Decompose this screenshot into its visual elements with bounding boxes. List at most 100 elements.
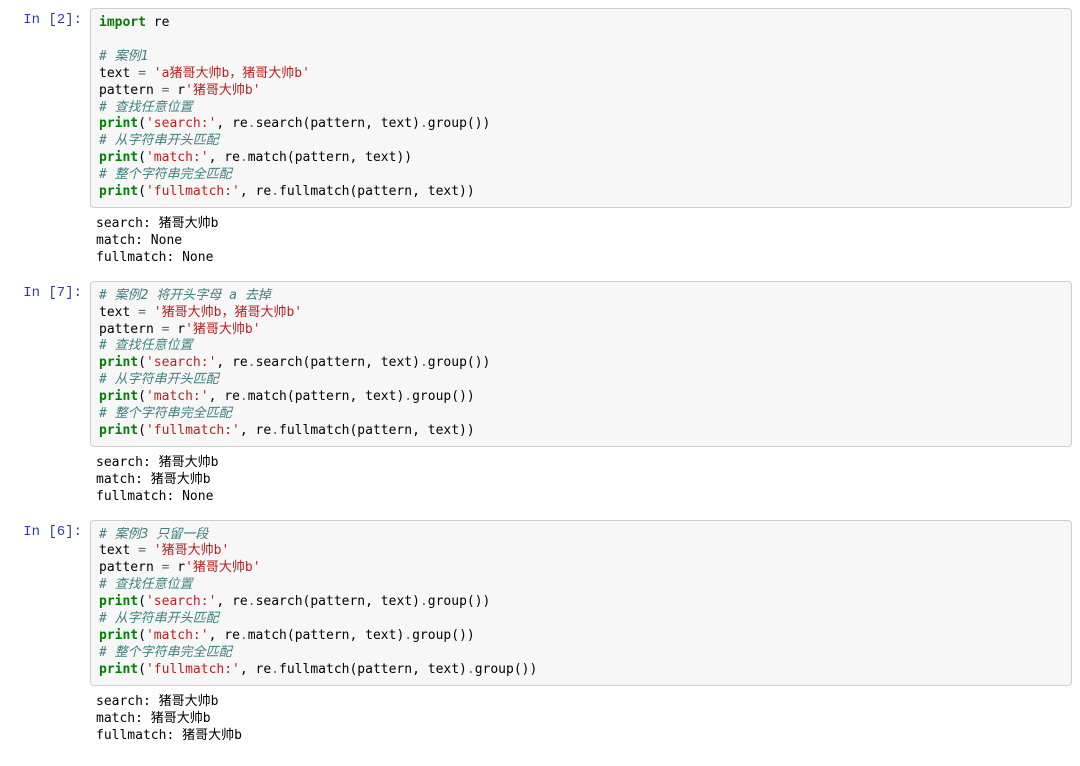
operator: = [138,305,146,320]
code-text [146,66,154,81]
code-output: search: 猪哥大帅b match: None fullmatch: Non… [90,212,1072,277]
code-text: ( [138,116,146,131]
comment: # 查找任意位置 [99,577,193,592]
output-cell: . search: 猪哥大帅b match: 猪哥大帅b fullmatch: … [8,451,1072,516]
comment: # 案例2 将开头字母 a 去掉 [99,288,271,303]
string: 'search:' [146,594,216,609]
code-text: ( [138,662,146,677]
operator: . [404,628,412,643]
code-text: , re [240,423,271,438]
code-text: search(pattern, text) [256,355,420,370]
code-text: text [99,66,138,81]
string: 'fullmatch:' [146,662,240,677]
string: 'match:' [146,389,209,404]
code-text [146,543,154,558]
code-text: , re [209,628,240,643]
string: 'fullmatch:' [146,184,240,199]
code-input[interactable]: # 案例3 只留一段 text = '猪哥大帅b' pattern = r'猪哥… [90,520,1072,686]
keyword: import [99,15,146,30]
builtin: print [99,184,138,199]
operator: . [467,662,475,677]
output-cell: . search: 猪哥大帅b match: None fullmatch: N… [8,212,1072,277]
code-cell: In [7]: # 案例2 将开头字母 a 去掉 text = '猪哥大帅b，猪… [8,281,1072,447]
builtin: print [99,389,138,404]
string: 'match:' [146,150,209,165]
code-text: search(pattern, text) [256,116,420,131]
operator: = [138,543,146,558]
code-text: pattern [99,560,162,575]
string: 'a猪哥大帅b，猪哥大帅b' [154,66,310,81]
operator: . [404,389,412,404]
code-text: match(pattern, text) [248,389,405,404]
builtin: print [99,150,138,165]
code-text: , re [209,389,240,404]
operator: . [240,150,248,165]
operator: . [240,389,248,404]
string: '猪哥大帅b，猪哥大帅b' [154,305,302,320]
string: 'fullmatch:' [146,423,240,438]
operator: = [138,66,146,81]
builtin: print [99,116,138,131]
operator: . [240,628,248,643]
comment: # 整个字符串完全匹配 [99,167,232,182]
code-text [146,305,154,320]
input-prompt: In [2]: [8,8,90,208]
builtin: print [99,423,138,438]
code-text: group()) [428,355,491,370]
comment: # 案例3 只留一段 [99,527,208,542]
builtin: print [99,662,138,677]
input-prompt: In [6]: [8,520,90,686]
string: 'search:' [146,355,216,370]
operator: . [271,423,279,438]
comment: # 从字符串开头匹配 [99,611,219,626]
code-text: r [169,322,185,337]
comment: # 查找任意位置 [99,100,193,115]
code-text: text [99,305,138,320]
operator: . [271,184,279,199]
operator: . [248,594,256,609]
code-text: r [169,83,185,98]
builtin: print [99,594,138,609]
code-text: , re [240,662,271,677]
output-prompt: . [8,212,90,277]
code-text: group()) [428,594,491,609]
code-text: ( [138,628,146,643]
code-text: match(pattern, text) [248,628,405,643]
code-text: search(pattern, text) [256,594,420,609]
operator: . [248,116,256,131]
builtin: print [99,628,138,643]
operator: . [420,355,428,370]
string: 'match:' [146,628,209,643]
code-text: fullmatch(pattern, text) [279,662,467,677]
code-text: ( [138,423,146,438]
code-input[interactable]: # 案例2 将开头字母 a 去掉 text = '猪哥大帅b，猪哥大帅b' pa… [90,281,1072,447]
string: '猪哥大帅b' [185,83,260,98]
comment: # 从字符串开头匹配 [99,372,219,387]
code-text: , re [216,594,247,609]
code-text: group()) [428,116,491,131]
comment: # 案例1 [99,49,148,64]
code-text: ( [138,355,146,370]
code-text: group()) [412,389,475,404]
code-text: pattern [99,322,162,337]
output-cell: . search: 猪哥大帅b match: 猪哥大帅b fullmatch: … [8,690,1072,755]
code-text: r [169,560,185,575]
code-text: group()) [475,662,538,677]
code-input[interactable]: import re # 案例1 text = 'a猪哥大帅b，猪哥大帅b' pa… [90,8,1072,208]
code-text: , re [240,184,271,199]
operator: . [248,355,256,370]
code-text: re [146,15,169,30]
operator: . [271,662,279,677]
code-output: search: 猪哥大帅b match: 猪哥大帅b fullmatch: 猪哥… [90,690,1072,755]
string: 'search:' [146,116,216,131]
code-text: , re [216,116,247,131]
code-text: , re [209,150,240,165]
input-prompt: In [7]: [8,281,90,447]
code-text: ( [138,150,146,165]
code-text: ( [138,184,146,199]
output-prompt: . [8,690,90,755]
comment: # 整个字符串完全匹配 [99,406,232,421]
code-text: ( [138,389,146,404]
code-text: fullmatch(pattern, text)) [279,184,475,199]
code-text: group()) [412,628,475,643]
